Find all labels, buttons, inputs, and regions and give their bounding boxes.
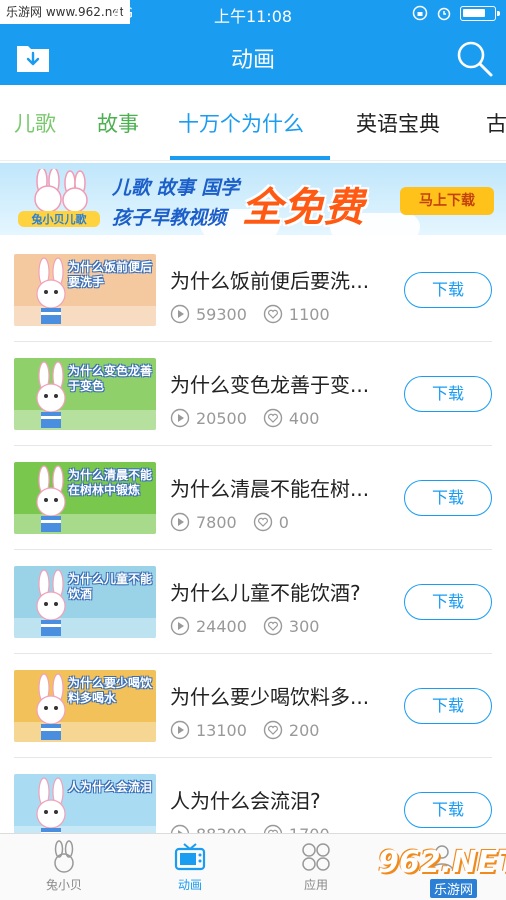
video-stats: 59300 1100 bbox=[170, 304, 330, 324]
tabbar-item-donghua[interactable]: 动画 bbox=[150, 840, 230, 893]
site-watermark-logo: 962.NET 乐游网 bbox=[370, 843, 506, 898]
tab-erge[interactable]: 儿歌 bbox=[14, 108, 56, 138]
bunny-logo-icon: 兔小贝儿歌 bbox=[18, 169, 100, 227]
download-button[interactable]: 下载 bbox=[404, 584, 492, 620]
play-count-icon bbox=[170, 616, 190, 636]
video-stats: 7800 0 bbox=[170, 512, 289, 532]
like-count: 200 bbox=[288, 720, 320, 740]
thumbnail-caption: 为什么儿童不能饮酒 bbox=[68, 572, 153, 601]
video-title[interactable]: 为什么清晨不能在树... bbox=[170, 473, 394, 502]
promo-banner[interactable]: 兔小贝儿歌 儿歌 故事 国学 孩子早教视频 全免费 马上下载 bbox=[0, 163, 506, 235]
tabbar-label: 兔小贝 bbox=[45, 878, 82, 892]
tabbar-item-yingyong[interactable]: 应用 bbox=[276, 840, 356, 893]
like-count: 0 bbox=[278, 512, 289, 532]
video-title[interactable]: 为什么变色龙善于变... bbox=[170, 369, 394, 398]
video-thumbnail[interactable]: 为什么变色龙善于变色 bbox=[14, 358, 156, 430]
like-count: 300 bbox=[288, 616, 320, 636]
like-count: 1100 bbox=[288, 304, 330, 324]
tabbar-label: 应用 bbox=[303, 878, 328, 892]
tab-shiwange-weishenme[interactable]: 十万个为什么 bbox=[178, 108, 304, 138]
banner-line1: 儿歌 故事 国学 bbox=[112, 177, 240, 199]
download-button[interactable]: 下载 bbox=[404, 480, 492, 516]
video-stats: 24400 300 bbox=[170, 616, 319, 636]
list-item[interactable]: 为什么要少喝饮料多喝水 为什么要少喝饮料多... 13100 200 下载 bbox=[0, 654, 506, 758]
download-button[interactable]: 下载 bbox=[404, 376, 492, 412]
list-item[interactable]: 为什么清晨不能在树林中锻炼 为什么清晨不能在树... 7800 0 下载 bbox=[0, 446, 506, 550]
apps-icon bbox=[302, 843, 330, 871]
thumbnail-caption: 人为什么会流泪 bbox=[68, 780, 153, 794]
category-tabs: 儿歌 故事 十万个为什么 英语宝典 古 bbox=[0, 85, 506, 161]
banner-logo-text: 兔小贝儿歌 bbox=[31, 212, 88, 226]
video-thumbnail[interactable]: 为什么饭前便后要洗手 bbox=[14, 254, 156, 326]
tv-icon bbox=[174, 843, 206, 871]
tab-gushi[interactable]: 故事 bbox=[97, 108, 139, 138]
video-title[interactable]: 为什么饭前便后要洗... bbox=[170, 265, 394, 294]
thumbnail-caption: 为什么饭前便后要洗手 bbox=[68, 260, 153, 289]
play-count-icon bbox=[170, 304, 190, 324]
list-item[interactable]: 为什么儿童不能饮酒 为什么儿童不能饮酒? 24400 300 下载 bbox=[0, 550, 506, 654]
like-heart-icon bbox=[263, 304, 283, 324]
download-button[interactable]: 下载 bbox=[404, 272, 492, 308]
like-heart-icon bbox=[263, 616, 283, 636]
status-icons bbox=[412, 5, 500, 21]
watermark-logo-sub: 乐游网 bbox=[430, 879, 478, 898]
watermark-logo-text: 962.NET bbox=[378, 845, 506, 880]
like-heart-icon bbox=[253, 512, 272, 532]
video-title[interactable]: 人为什么会流泪? bbox=[170, 785, 394, 814]
battery-level bbox=[463, 8, 485, 17]
play-count: 7800 bbox=[196, 512, 237, 532]
top-bar: 乐游网 www.962.net 4G 上午11:08 动画 bbox=[0, 0, 506, 85]
video-stats: 20500 400 bbox=[170, 408, 319, 428]
thumbnail-caption: 为什么变色龙善于变色 bbox=[68, 364, 153, 393]
like-heart-icon bbox=[263, 720, 283, 740]
tabbar-item-tuxiaobei[interactable]: 兔小贝 bbox=[24, 840, 104, 893]
play-count: 59300 bbox=[196, 304, 247, 324]
video-title[interactable]: 为什么要少喝饮料多... bbox=[170, 681, 394, 710]
active-tab-indicator bbox=[170, 156, 330, 160]
tab-gu[interactable]: 古 bbox=[486, 108, 506, 138]
download-button[interactable]: 下载 bbox=[404, 792, 492, 828]
page-title: 动画 bbox=[230, 48, 275, 73]
play-count-icon bbox=[170, 720, 190, 740]
video-thumbnail[interactable]: 为什么儿童不能饮酒 bbox=[14, 566, 156, 638]
lock-rotation-icon bbox=[412, 5, 428, 21]
play-count: 20500 bbox=[196, 408, 247, 428]
play-count-icon bbox=[170, 512, 190, 532]
download-button[interactable]: 下载 bbox=[404, 688, 492, 724]
bunny-icon bbox=[54, 840, 74, 873]
video-thumbnail[interactable]: 为什么清晨不能在树林中锻炼 bbox=[14, 462, 156, 534]
video-title[interactable]: 为什么儿童不能饮酒? bbox=[170, 577, 394, 606]
download-now-button[interactable]: 马上下载 bbox=[400, 187, 494, 215]
banner-line2: 孩子早教视频 bbox=[112, 207, 227, 229]
battery-icon bbox=[460, 5, 500, 21]
play-count-icon bbox=[170, 408, 190, 428]
banner-free-text: 全免费 bbox=[242, 185, 365, 231]
tab-yingyu-baodian[interactable]: 英语宝典 bbox=[356, 108, 440, 138]
play-count: 13100 bbox=[196, 720, 247, 740]
tabbar-label: 动画 bbox=[177, 878, 202, 892]
list-item[interactable]: 为什么饭前便后要洗手 为什么饭前便后要洗... 59300 1100 下载 bbox=[0, 238, 506, 342]
video-thumbnail[interactable]: 为什么要少喝饮料多喝水 bbox=[14, 670, 156, 742]
thumbnail-caption: 为什么清晨不能在树林中锻炼 bbox=[68, 468, 153, 497]
search-icon[interactable] bbox=[454, 38, 494, 78]
alarm-icon bbox=[437, 7, 451, 21]
play-count: 24400 bbox=[196, 616, 247, 636]
video-stats: 13100 200 bbox=[170, 720, 319, 740]
like-count: 400 bbox=[288, 408, 320, 428]
thumbnail-caption: 为什么要少喝饮料多喝水 bbox=[68, 676, 153, 705]
list-item[interactable]: 为什么变色龙善于变色 为什么变色龙善于变... 20500 400 下载 bbox=[0, 342, 506, 446]
like-heart-icon bbox=[263, 408, 283, 428]
status-bar: 乐游网 www.962.net 4G 上午11:08 bbox=[0, 0, 506, 28]
